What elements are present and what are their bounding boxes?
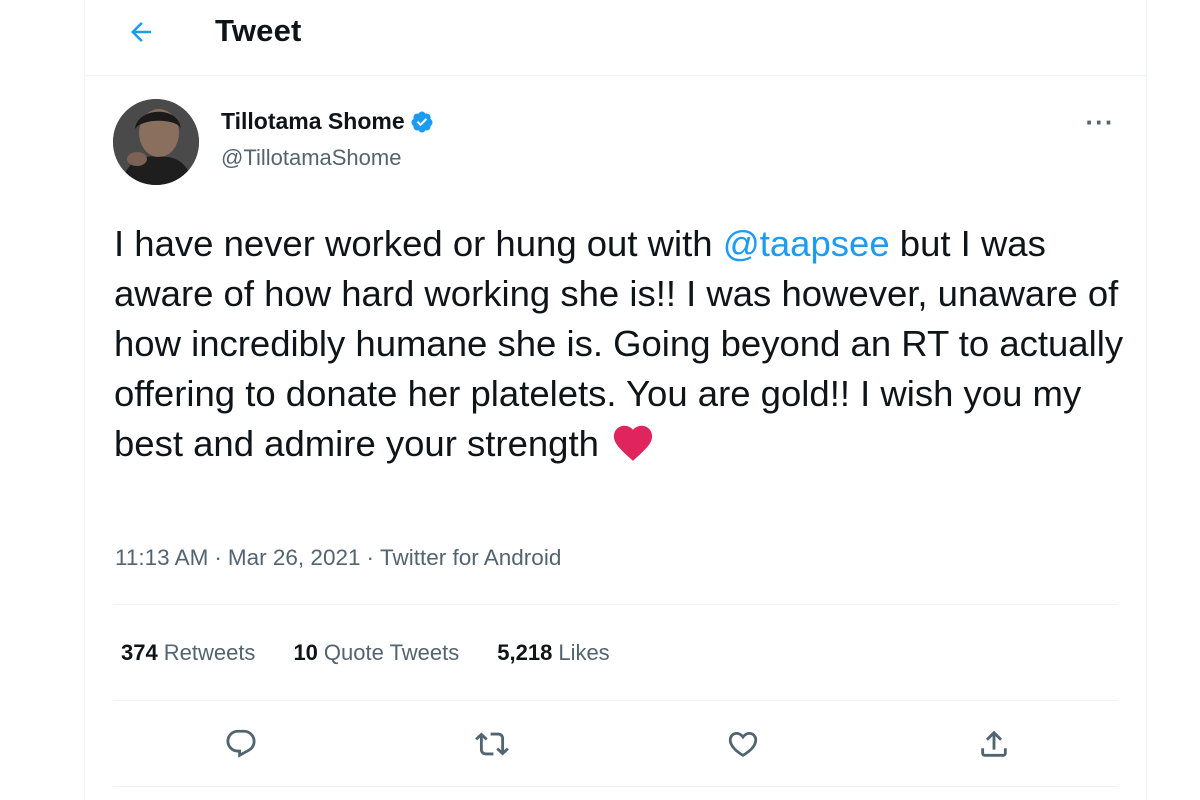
meta-separator: ·	[214, 545, 222, 570]
tweet-date[interactable]: Mar 26, 2021	[228, 545, 361, 570]
meta-separator: ·	[366, 545, 375, 570]
share-icon	[981, 730, 1007, 757]
more-options-button[interactable]: ···	[1080, 104, 1120, 140]
retweet-icon	[475, 732, 509, 756]
tweet-source[interactable]: Twitter for Android	[380, 545, 561, 570]
back-button[interactable]	[121, 12, 161, 52]
quote-tweets-stat[interactable]: 10 Quote Tweets	[293, 640, 459, 666]
quote-tweets-label: Quote Tweets	[323, 640, 460, 665]
likes-count: 5,218	[497, 640, 553, 665]
mention-link[interactable]: @taapsee	[723, 223, 890, 264]
likes-stat[interactable]: 5,218 Likes	[497, 640, 609, 666]
reply-button[interactable]	[219, 722, 263, 766]
like-icon	[728, 731, 758, 757]
divider	[113, 786, 1118, 787]
avatar[interactable]	[113, 99, 199, 185]
divider	[113, 604, 1118, 605]
arrow-left-icon	[131, 22, 151, 42]
author-name-row[interactable]: Tillotama Shome	[221, 108, 434, 135]
red-heart-emoji-icon	[609, 420, 657, 475]
like-button[interactable]	[721, 722, 765, 766]
share-button[interactable]	[972, 722, 1016, 766]
tweet-stats: 374 Retweets 10 Quote Tweets 5,218 Likes	[121, 640, 648, 666]
verified-badge-icon	[410, 110, 434, 134]
author-handle[interactable]: @TillotamaShome	[221, 145, 401, 171]
page-title: Tweet	[215, 13, 302, 48]
tweet-detail-column: Tweet Tillotama Shome @TillotamaShome ··…	[84, 0, 1147, 800]
retweets-stat[interactable]: 374 Retweets	[121, 640, 255, 666]
divider	[113, 700, 1118, 701]
tweet-text: I have never worked or hung out with @ta…	[114, 219, 1124, 475]
retweets-label: Retweets	[163, 640, 256, 665]
retweets-count: 374	[121, 640, 158, 665]
quote-tweets-count: 10	[293, 640, 318, 665]
reply-icon	[226, 729, 256, 758]
tweet-time[interactable]: 11:13 AM	[115, 545, 208, 570]
retweet-button[interactable]	[470, 722, 514, 766]
tweet-header: Tweet	[85, 0, 1146, 76]
tweet-meta: 11:13 AM · Mar 26, 2021 · Twitter for Androi…	[115, 545, 561, 571]
likes-label: Likes	[558, 640, 610, 665]
author-display-name[interactable]: Tillotama Shome	[221, 108, 405, 135]
tweet-text-part-1: I have never worked or hung out with	[114, 223, 723, 264]
